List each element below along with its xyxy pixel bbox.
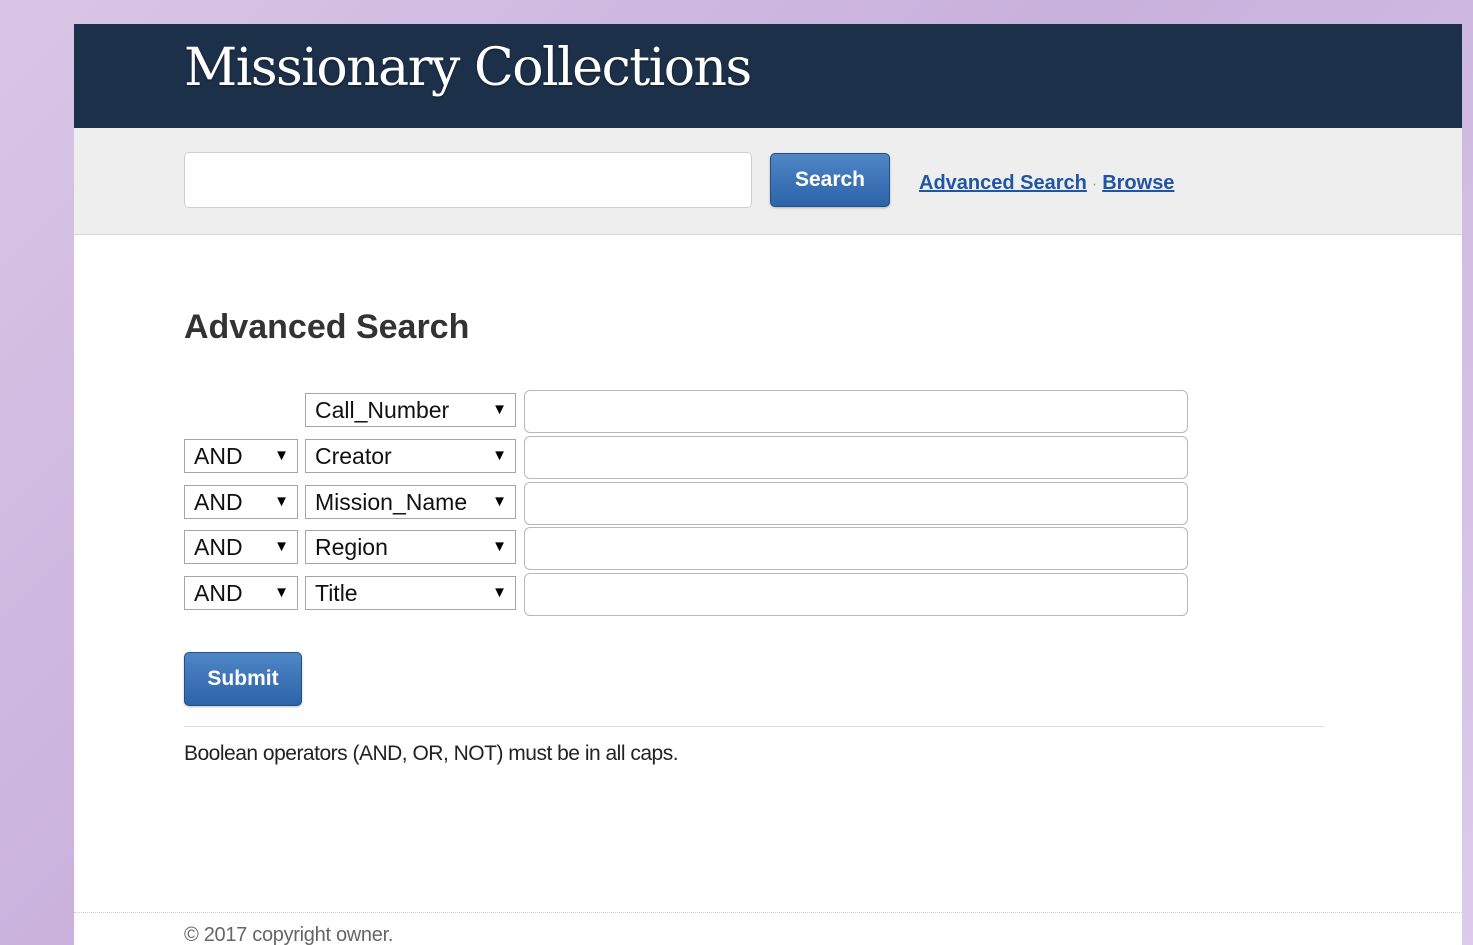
- link-separator: ·: [1091, 176, 1098, 193]
- search-term-input[interactable]: [524, 573, 1188, 616]
- browse-link[interactable]: Browse: [1102, 172, 1174, 194]
- field-select-value: Creator: [315, 443, 392, 469]
- search-term-input[interactable]: [524, 482, 1188, 525]
- field-select-value: Mission_Name: [315, 489, 468, 515]
- header-links: Advanced Search · Browse: [919, 172, 1174, 195]
- boolean-operator-select[interactable]: AND ▼: [184, 530, 298, 564]
- search-bar: Search Advanced Search · Browse: [74, 128, 1462, 235]
- site-title[interactable]: Missionary Collections: [184, 38, 752, 98]
- chevron-down-icon: ▼: [274, 584, 289, 601]
- search-row: AND ▼ Creator ▼: [184, 436, 1190, 479]
- boolean-operator-select[interactable]: AND ▼: [184, 576, 298, 610]
- chevron-down-icon: ▼: [492, 493, 507, 510]
- search-row: AND ▼ Mission_Name ▼: [184, 482, 1190, 525]
- search-row: Call_Number ▼: [184, 390, 1190, 433]
- page-title: Advanced Search: [184, 308, 470, 346]
- field-select[interactable]: Region ▼: [305, 530, 516, 564]
- search-term-input[interactable]: [524, 390, 1188, 433]
- field-select-value: Region: [315, 534, 388, 560]
- submit-button[interactable]: Submit: [184, 652, 302, 706]
- boolean-operator-select[interactable]: AND ▼: [184, 439, 298, 473]
- chevron-down-icon: ▼: [492, 538, 507, 555]
- page: Missionary Collections Search Advanced S…: [74, 24, 1462, 945]
- operator-value: AND: [194, 534, 243, 560]
- boolean-operator-select[interactable]: AND ▼: [184, 485, 298, 519]
- operator-value: AND: [194, 489, 243, 515]
- divider: [184, 726, 1324, 727]
- chevron-down-icon: ▼: [274, 447, 289, 464]
- field-select-value: Title: [315, 580, 358, 606]
- site-header: Missionary Collections: [74, 24, 1462, 128]
- chevron-down-icon: ▼: [274, 493, 289, 510]
- search-row: AND ▼ Region ▼: [184, 527, 1190, 570]
- chevron-down-icon: ▼: [492, 447, 507, 464]
- search-button[interactable]: Search: [770, 153, 890, 207]
- chevron-down-icon: ▼: [492, 584, 507, 601]
- operator-value: AND: [194, 580, 243, 606]
- search-row: AND ▼ Title ▼: [184, 573, 1190, 616]
- footer-divider: [74, 912, 1462, 913]
- boolean-help-text: Boolean operators (AND, OR, NOT) must be…: [184, 742, 679, 765]
- search-input[interactable]: [184, 152, 752, 208]
- search-term-input[interactable]: [524, 436, 1188, 479]
- field-select[interactable]: Mission_Name ▼: [305, 485, 516, 519]
- search-term-input[interactable]: [524, 527, 1188, 570]
- advanced-search-link[interactable]: Advanced Search: [919, 172, 1087, 194]
- chevron-down-icon: ▼: [492, 401, 507, 418]
- field-select[interactable]: Title ▼: [305, 576, 516, 610]
- field-select-value: Call_Number: [315, 397, 450, 423]
- field-select[interactable]: Creator ▼: [305, 439, 516, 473]
- chevron-down-icon: ▼: [274, 538, 289, 555]
- operator-value: AND: [194, 443, 243, 469]
- footer-copyright: © 2017 copyright owner.: [184, 924, 394, 945]
- field-select[interactable]: Call_Number ▼: [305, 393, 516, 427]
